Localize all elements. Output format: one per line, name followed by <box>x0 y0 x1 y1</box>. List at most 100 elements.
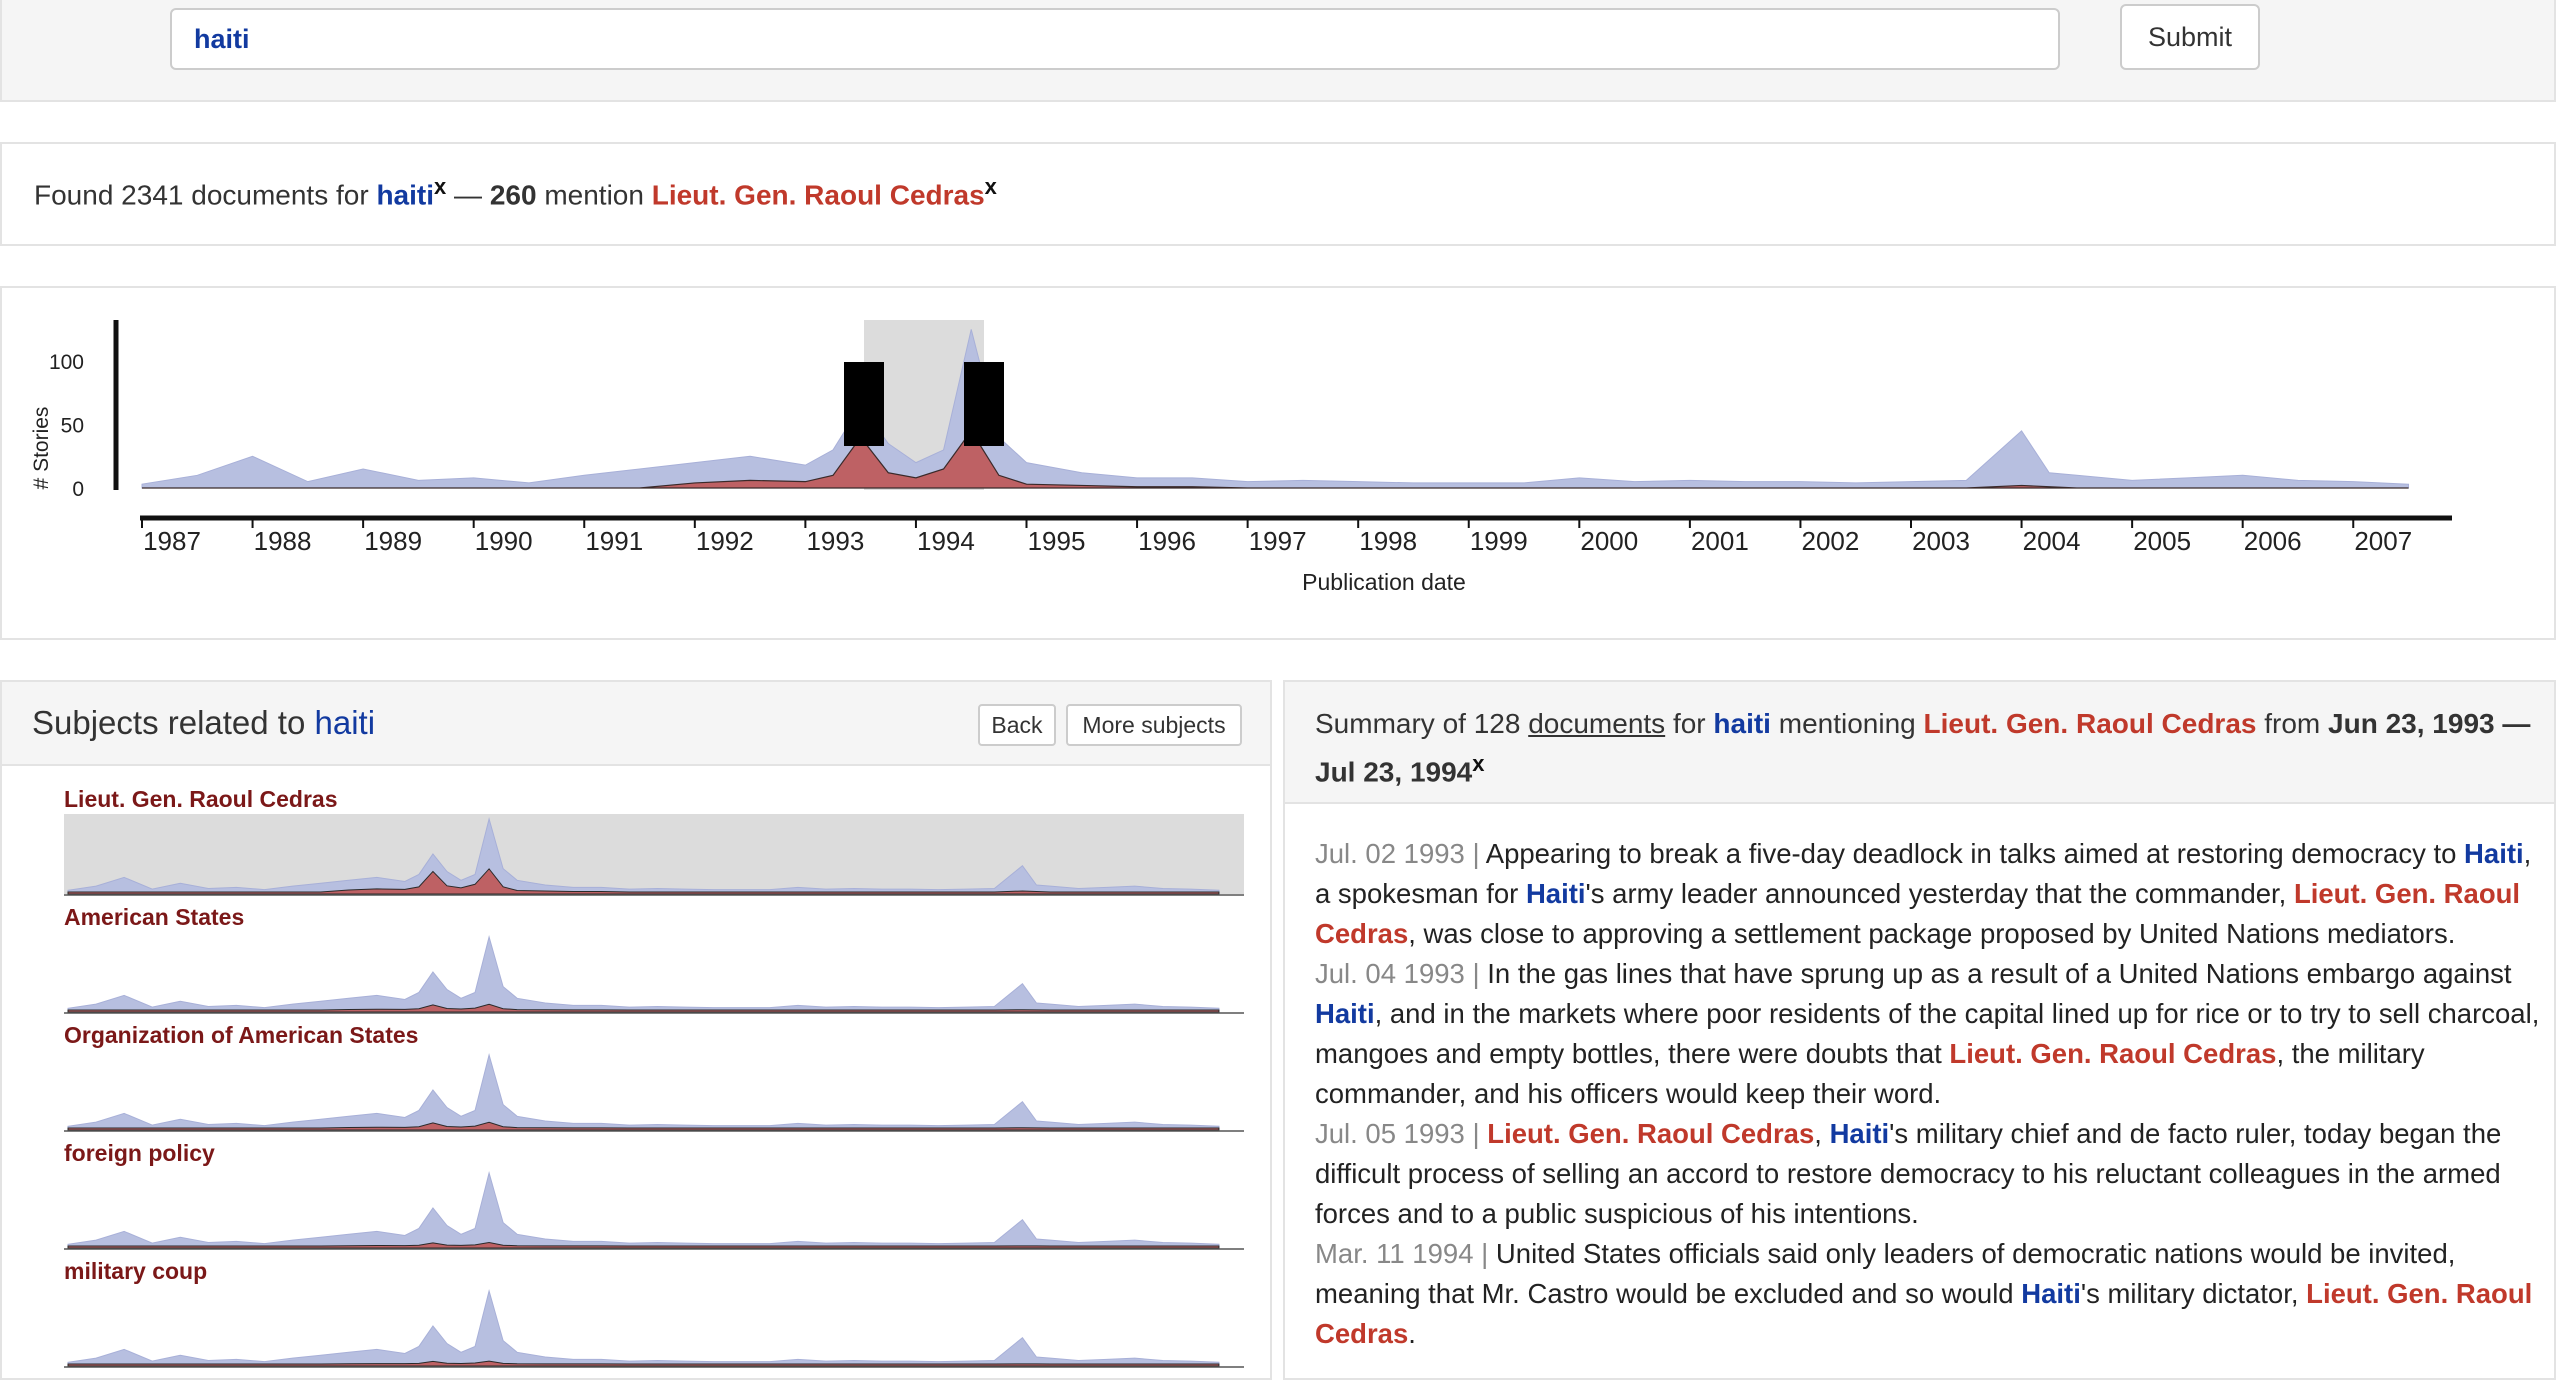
remove-entity-button[interactable]: x <box>985 174 997 199</box>
series-all-stories-area <box>141 329 2410 489</box>
brush-handle-right[interactable] <box>964 362 1004 446</box>
query-highlight: Haiti <box>1525 878 1586 909</box>
snippet-text: . <box>1408 1318 1416 1349</box>
document-date: Jul. 02 1993 | <box>1315 838 1486 869</box>
brush-handle-left[interactable] <box>844 362 884 446</box>
x-tick-label: 1990 <box>475 526 533 556</box>
results-count-line: Found 2341 documents for haitix — 260 me… <box>34 174 997 211</box>
snippet-text: , <box>1814 1118 1830 1149</box>
document-date: Jul. 05 1993 | <box>1315 1118 1488 1149</box>
subject-label[interactable]: foreign policy <box>64 1140 215 1167</box>
summary-for: for <box>1665 708 1714 739</box>
y-tick-label: 100 <box>49 351 84 374</box>
subjects-query-term: haiti <box>314 704 376 741</box>
x-tick-label: 2000 <box>1580 526 1638 556</box>
x-tick-label: 1989 <box>364 526 422 556</box>
x-tick-label: 1998 <box>1359 526 1417 556</box>
documents-link[interactable]: documents <box>1528 708 1665 739</box>
subject-item[interactable]: military coup <box>64 1258 1244 1376</box>
sparkline-all-area <box>67 934 1220 1013</box>
entity-term: Lieut. Gen. Raoul Cedras <box>651 179 985 211</box>
x-tick-label: 1995 <box>1028 526 1086 556</box>
y-tick-label: 50 <box>61 415 84 438</box>
x-tick-label: 1987 <box>143 526 201 556</box>
sparkline-all-area <box>67 1170 1220 1249</box>
sparkline-highlight <box>64 814 1244 894</box>
timeline-chart[interactable]: # Stories 100 50 0 1987 1988 1989 1990 1991 199… <box>2 288 2554 638</box>
sparkline-all-area <box>67 1288 1220 1367</box>
y-tick-label: 0 <box>72 478 84 501</box>
subject-item[interactable]: American States <box>64 904 1244 1022</box>
subject-item[interactable]: foreign policy <box>64 1140 1244 1258</box>
entity-highlight: Lieut. Gen. Raoul Cedras <box>1487 1118 1815 1149</box>
subject-label[interactable]: military coup <box>64 1258 207 1285</box>
subject-sparkline[interactable] <box>64 1168 1244 1250</box>
mention-count: 260 <box>489 179 537 211</box>
x-tick-label: 2006 <box>2244 526 2302 556</box>
subject-sparkline[interactable] <box>64 1286 1244 1368</box>
summary-prefix: Summary of 128 <box>1315 708 1529 739</box>
subjects-title-prefix: Subjects related to <box>32 704 315 741</box>
x-tick-label: 2005 <box>2133 526 2191 556</box>
timeline-panel: # Stories 100 50 0 1987 1988 1989 1990 1991 199… <box>0 286 2556 640</box>
more-subjects-button[interactable]: More subjects <box>1066 704 1242 746</box>
document-snippet[interactable]: Mar. 11 1994 | United States officials s… <box>1315 1234 2541 1354</box>
summary-title: Summary of 128 documents for haiti menti… <box>1315 704 2535 792</box>
subject-label[interactable]: American States <box>64 904 244 931</box>
search-bar: Submit <box>0 0 2556 102</box>
subjects-panel: Subjects related to haiti Back More subj… <box>0 680 1272 1380</box>
summary-header: Summary of 128 documents for haiti menti… <box>1285 682 2554 804</box>
separator: — <box>446 179 490 211</box>
results-summary-bar: Found 2341 documents for haitix — 260 me… <box>0 142 2556 246</box>
document-date: Mar. 11 1994 | <box>1315 1238 1496 1269</box>
x-tick-label: 1996 <box>1138 526 1196 556</box>
subjects-header: Subjects related to haiti Back More subj… <box>2 682 1270 766</box>
subject-label[interactable]: Lieut. Gen. Raoul Cedras <box>64 786 338 813</box>
y-axis-label: # Stories <box>30 407 53 490</box>
x-tick-label: 1994 <box>917 526 975 556</box>
snippet-text: In the gas lines that have sprung up as … <box>1487 958 2512 989</box>
document-snippet[interactable]: Jul. 02 1993 | Appearing to break a five… <box>1315 834 2541 954</box>
summary-query-term: haiti <box>1713 708 1771 739</box>
subject-item[interactable]: Lieut. Gen. Raoul Cedras <box>64 786 1244 904</box>
search-input[interactable] <box>170 8 2060 70</box>
summary-mentioning: mentioning <box>1770 708 1924 739</box>
summary-from: from <box>2256 708 2329 739</box>
entity-highlight: Lieut. Gen. Raoul Cedras <box>1949 1038 2277 1069</box>
snippet-text: , was close to approving a settlement pa… <box>1408 918 2456 949</box>
document-snippet[interactable]: Jul. 04 1993 | In the gas lines that hav… <box>1315 954 2541 1114</box>
snippet-text: 's military dictator, <box>2080 1278 2307 1309</box>
x-tick-label: 1988 <box>254 526 312 556</box>
query-term: haiti <box>376 179 435 211</box>
query-highlight: Haiti <box>1829 1118 1890 1149</box>
subject-sparkline[interactable] <box>64 814 1244 896</box>
x-tick-label: 2004 <box>2023 526 2081 556</box>
x-axis-label: Publication date <box>1302 569 1466 595</box>
query-highlight: Haiti <box>2021 1278 2081 1309</box>
x-tick-label: 2001 <box>1691 526 1749 556</box>
clear-range-button[interactable]: x <box>1472 751 1484 776</box>
document-snippet[interactable]: Jul. 05 1993 | Lieut. Gen. Raoul Cedras,… <box>1315 1114 2541 1234</box>
query-highlight: Haiti <box>1315 998 1375 1029</box>
subject-label[interactable]: Organization of American States <box>64 1022 418 1049</box>
query-highlight: Haiti <box>2464 838 2524 869</box>
subject-sparkline[interactable] <box>64 932 1244 1014</box>
remove-query-button[interactable]: x <box>434 174 446 199</box>
x-tick-label: 1999 <box>1470 526 1528 556</box>
submit-button[interactable]: Submit <box>2120 4 2260 70</box>
x-tick-label: 1997 <box>1249 526 1307 556</box>
document-date: Jul. 04 1993 | <box>1315 958 1488 989</box>
mention-text: mention <box>536 179 652 211</box>
x-tick-label: 1992 <box>696 526 754 556</box>
found-prefix: Found 2341 documents for <box>34 179 377 211</box>
sparkline-all-area <box>67 1052 1220 1131</box>
subject-sparkline[interactable] <box>64 1050 1244 1132</box>
x-tick-label: 2002 <box>1802 526 1860 556</box>
summary-panel: Summary of 128 documents for haiti menti… <box>1283 680 2556 1380</box>
subjects-title: Subjects related to haiti <box>32 704 375 742</box>
x-tick-label: 2003 <box>1912 526 1970 556</box>
subject-item[interactable]: Organization of American States <box>64 1022 1244 1140</box>
x-tick-label: 1991 <box>585 526 643 556</box>
snippet-text: Appearing to break a five-day deadlock i… <box>1485 838 2465 869</box>
back-button[interactable]: Back <box>978 704 1056 746</box>
